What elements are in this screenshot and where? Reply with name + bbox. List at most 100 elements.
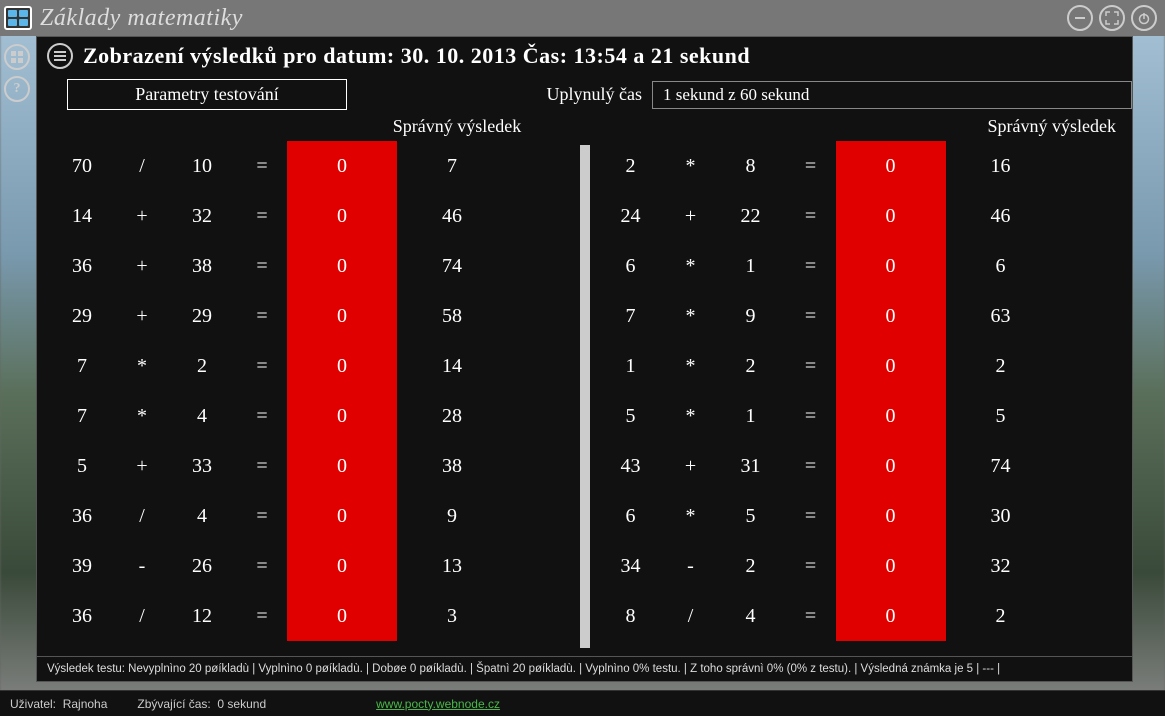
user-answer: 0 xyxy=(836,341,946,391)
operand-a: 24 xyxy=(596,205,666,228)
fullscreen-button[interactable] xyxy=(1099,5,1125,31)
user-answer: 0 xyxy=(287,341,397,391)
operand-b: 33 xyxy=(167,455,237,478)
operand-b: 29 xyxy=(167,305,237,328)
minimize-button[interactable] xyxy=(1067,5,1093,31)
correct-answer: 14 xyxy=(397,355,507,378)
operator: - xyxy=(666,555,716,578)
equals-sign: = xyxy=(786,305,836,328)
app-title: Základy matematiky xyxy=(40,5,243,32)
operand-b: 9 xyxy=(716,305,786,328)
user-answer: 0 xyxy=(287,391,397,441)
operand-b: 1 xyxy=(716,405,786,428)
operand-b: 2 xyxy=(716,355,786,378)
operand-b: 10 xyxy=(167,155,237,178)
operand-b: 32 xyxy=(167,205,237,228)
operator: + xyxy=(117,255,167,278)
user-answer: 0 xyxy=(836,591,946,641)
operand-a: 43 xyxy=(596,455,666,478)
correct-answer: 5 xyxy=(946,405,1056,428)
help-button[interactable]: ? xyxy=(4,76,30,102)
equals-sign: = xyxy=(237,505,287,528)
results-panel: Zobrazení výsledků pro datum: 30. 10. 20… xyxy=(36,36,1133,682)
operand-a: 36 xyxy=(47,605,117,628)
result-row: 6*1=06 xyxy=(596,241,1123,291)
equals-sign: = xyxy=(786,155,836,178)
user-answer: 0 xyxy=(836,391,946,441)
operator: + xyxy=(117,455,167,478)
correct-answer: 7 xyxy=(397,155,507,178)
operand-a: 29 xyxy=(47,305,117,328)
operator: * xyxy=(666,255,716,278)
result-row: 70/10=07 xyxy=(47,141,574,191)
equals-sign: = xyxy=(786,505,836,528)
operator: * xyxy=(666,305,716,328)
user-answer: 0 xyxy=(836,541,946,591)
user-answer: 0 xyxy=(287,241,397,291)
operator: + xyxy=(117,305,167,328)
user-label: Uživatel: xyxy=(10,697,56,711)
result-row: 7*4=028 xyxy=(47,391,574,441)
operand-b: 5 xyxy=(716,505,786,528)
operand-b: 2 xyxy=(167,355,237,378)
correct-answer: 13 xyxy=(397,555,507,578)
result-row: 7*2=014 xyxy=(47,341,574,391)
correct-answer: 9 xyxy=(397,505,507,528)
equals-sign: = xyxy=(237,605,287,628)
operand-b: 26 xyxy=(167,555,237,578)
power-button[interactable] xyxy=(1131,5,1157,31)
remaining-time-label: Zbývající čas: xyxy=(137,697,210,711)
operand-b: 1 xyxy=(716,255,786,278)
result-row: 5*1=05 xyxy=(596,391,1123,441)
equals-sign: = xyxy=(237,205,287,228)
operand-b: 8 xyxy=(716,155,786,178)
right-results-column: 2*8=01624+22=0466*1=067*9=0631*2=025*1=0… xyxy=(596,141,1123,652)
result-row: 36/12=03 xyxy=(47,591,574,641)
correct-answer: 32 xyxy=(946,555,1056,578)
user-answer: 0 xyxy=(836,441,946,491)
website-link[interactable]: www.pocty.webnode.cz xyxy=(376,697,500,711)
equals-sign: = xyxy=(786,455,836,478)
operand-a: 7 xyxy=(47,355,117,378)
elapsed-time-value: 1 sekund z 60 sekund xyxy=(652,81,1132,109)
operator: * xyxy=(666,155,716,178)
operand-a: 6 xyxy=(596,505,666,528)
operand-b: 4 xyxy=(167,405,237,428)
operand-a: 36 xyxy=(47,505,117,528)
equals-sign: = xyxy=(237,405,287,428)
result-row: 29+29=058 xyxy=(47,291,574,341)
result-row: 34-2=032 xyxy=(596,541,1123,591)
operand-b: 12 xyxy=(167,605,237,628)
operator: * xyxy=(666,505,716,528)
equals-sign: = xyxy=(786,405,836,428)
operand-b: 2 xyxy=(716,555,786,578)
grid-menu-button[interactable] xyxy=(4,44,30,70)
equals-sign: = xyxy=(786,255,836,278)
correct-answer: 6 xyxy=(946,255,1056,278)
correct-answer: 2 xyxy=(946,605,1056,628)
operator: - xyxy=(117,555,167,578)
equals-sign: = xyxy=(237,305,287,328)
operand-a: 34 xyxy=(596,555,666,578)
operand-a: 70 xyxy=(47,155,117,178)
user-answer: 0 xyxy=(287,291,397,341)
panel-title: Zobrazení výsledků pro datum: 30. 10. 20… xyxy=(83,43,750,69)
result-row: 6*5=030 xyxy=(596,491,1123,541)
result-row: 24+22=046 xyxy=(596,191,1123,241)
operator: + xyxy=(666,205,716,228)
testing-parameters-button[interactable]: Parametry testování xyxy=(67,79,347,110)
result-row: 1*2=02 xyxy=(596,341,1123,391)
result-row: 5+33=038 xyxy=(47,441,574,491)
correct-answer: 16 xyxy=(946,155,1056,178)
equals-sign: = xyxy=(786,205,836,228)
correct-answer: 63 xyxy=(946,305,1056,328)
correct-answer: 74 xyxy=(946,455,1056,478)
operator: / xyxy=(117,605,167,628)
correct-answer: 74 xyxy=(397,255,507,278)
panel-menu-button[interactable] xyxy=(47,43,73,69)
elapsed-time-label: Uplynulý čas xyxy=(462,84,642,105)
user-answer: 0 xyxy=(287,191,397,241)
result-row: 39-26=013 xyxy=(47,541,574,591)
operand-a: 7 xyxy=(596,305,666,328)
result-row: 36+38=074 xyxy=(47,241,574,291)
